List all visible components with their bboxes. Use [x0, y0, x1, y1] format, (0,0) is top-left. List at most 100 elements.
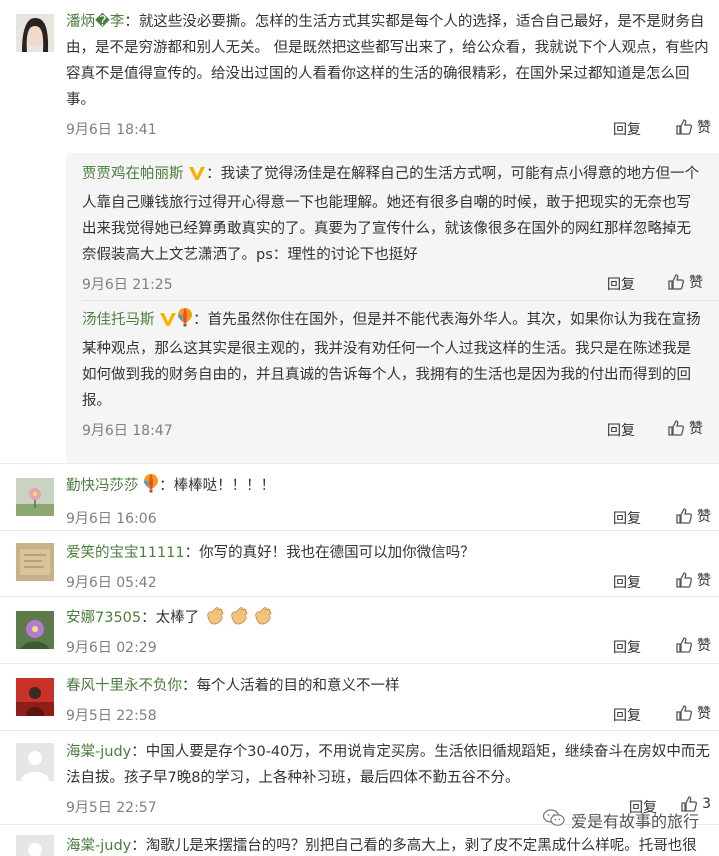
reply-button[interactable]: 回复 — [607, 274, 635, 294]
comment-item: 安娜73505：太棒了 9月6日 02:29 回复 赞 — [0, 597, 719, 664]
separator: ： — [193, 312, 208, 328]
like-button[interactable]: 赞 — [675, 570, 711, 590]
clapping-hands-icon — [228, 605, 250, 627]
timestamp: 9月6日 16:06 — [66, 511, 157, 527]
reply-button[interactable]: 回复 — [613, 119, 641, 139]
separator: ： — [131, 838, 146, 854]
username[interactable]: 海棠-judy — [66, 744, 131, 760]
comment-meta: 9月6日 16:06 回复 赞 — [66, 506, 711, 528]
timestamp: 9月6日 18:47 — [82, 423, 173, 439]
thumbs-up-icon — [675, 118, 693, 136]
comment-meta: 9月6日 05:42 回复 赞 — [66, 570, 711, 592]
comment-text: 海棠-judy：中国人要是存个30-40万，不用说肯定买房。生活依旧循规蹈矩，继… — [66, 739, 711, 791]
comment-item: 爱笑的宝宝11111：你写的真好！我也在德国可以加你微信吗？ 9月6日 05:4… — [0, 531, 719, 597]
balloon-badge-icon — [143, 473, 159, 502]
thumbs-up-icon — [675, 571, 693, 589]
avatar[interactable] — [16, 743, 54, 781]
comment-content: 棒棒哒！！！！ — [173, 478, 276, 494]
avatar[interactable] — [16, 611, 54, 649]
separator: ： — [206, 166, 221, 182]
username[interactable]: 安娜73505 — [66, 610, 141, 626]
clapping-hands-icon — [204, 605, 226, 627]
username[interactable]: 潘炳�李 — [66, 14, 124, 30]
comment-content: 每个人活着的目的和意义不一样 — [196, 678, 400, 694]
reply-thread: 贾贾鸡在帕丽斯 ：我读了觉得汤佳是在解释自己的生活方式啊，可能有点小得意的地方但… — [66, 153, 719, 463]
comment-text: 春风十里永不负你：每个人活着的目的和意义不一样 — [66, 673, 711, 699]
like-button[interactable]: 赞 — [675, 703, 711, 723]
username[interactable]: 汤佳托马斯 — [82, 312, 155, 328]
separator: ： — [131, 744, 146, 760]
timestamp: 9月6日 02:29 — [66, 640, 157, 656]
avatar[interactable] — [16, 478, 54, 516]
thumbs-up-icon — [675, 507, 693, 525]
timestamp: 9月5日 22:58 — [66, 708, 157, 724]
timestamp: 9月5日 22:57 — [66, 800, 157, 816]
comment-text: 安娜73505：太棒了 — [66, 605, 711, 631]
reply-button[interactable]: 回复 — [613, 637, 641, 657]
reply-meta: 9月6日 18:47 回复 赞 — [66, 418, 719, 440]
avatar[interactable] — [16, 14, 54, 52]
username[interactable]: 爱笑的宝宝11111 — [66, 545, 185, 561]
thumbs-up-icon — [675, 704, 693, 722]
comment-text: 潘炳�李：就这些没必要撕。怎样的生活方式其实都是每个人的选择，适合自己最好，是不… — [66, 9, 711, 113]
verified-v-icon — [188, 164, 206, 190]
username[interactable]: 春风十里永不负你 — [66, 678, 182, 694]
separator: ： — [141, 610, 156, 626]
reply-text: 汤佳托马斯 ：首先虽然你住在国外，但是并不能代表海外华人。其次，如果你认为我在宣… — [66, 307, 719, 414]
reply-button[interactable]: 回复 — [613, 508, 641, 528]
comment-meta: 9月5日 22:58 回复 赞 — [66, 703, 711, 725]
thumbs-up-icon — [675, 636, 693, 654]
like-label: 赞 — [689, 421, 703, 437]
watermark-text: 爱是有故事的旅行 — [570, 812, 699, 831]
reply-button[interactable]: 回复 — [613, 705, 641, 725]
like-label: 赞 — [689, 275, 703, 291]
comment-item: 春风十里永不负你：每个人活着的目的和意义不一样 9月5日 22:58 回复 赞 — [0, 664, 719, 731]
like-button[interactable]: 赞 — [675, 117, 711, 137]
reply-meta: 9月6日 21:25 回复 赞 — [66, 272, 719, 294]
comment-content: 中国人要是存个30-40万，不用说肯定买房。生活依旧循规蹈矩，继续奋斗在房奴中而… — [66, 744, 710, 786]
comment-text: 爱笑的宝宝11111：你写的真好！我也在德国可以加你微信吗？ — [66, 540, 711, 566]
reply-text: 贾贾鸡在帕丽斯 ：我读了觉得汤佳是在解释自己的生活方式啊，可能有点小得意的地方但… — [66, 161, 719, 268]
balloon-badge-icon — [177, 307, 193, 336]
comment-text: 勤快冯莎莎 ：棒棒哒！！！！ — [66, 473, 711, 502]
thumbs-up-icon — [667, 273, 685, 291]
separator: ： — [182, 678, 197, 694]
username[interactable]: 贾贾鸡在帕丽斯 — [82, 166, 184, 182]
separator: ： — [159, 478, 174, 494]
like-count: 3 — [702, 796, 711, 812]
timestamp: 9月6日 21:25 — [82, 277, 173, 293]
reply-button[interactable]: 回复 — [607, 420, 635, 440]
verified-v-icon — [159, 310, 177, 336]
comment-content: 淘歌儿是来摆擂台的吗？别把自己看的多高大上，剥了皮不定黑成什么样呢。托哥也很 — [145, 838, 697, 854]
comment-meta: 9月6日 02:29 回复 赞 — [66, 635, 711, 657]
comment-meta: 9月6日 18:41 回复 赞 — [66, 117, 711, 139]
username[interactable]: 勤快冯莎莎 — [66, 478, 139, 494]
comment-content: 太棒了 — [155, 610, 200, 626]
timestamp: 9月6日 05:42 — [66, 575, 157, 591]
avatar[interactable] — [16, 678, 54, 716]
watermark: 爱是有故事的旅行 — [542, 808, 699, 832]
like-label: 赞 — [697, 706, 711, 722]
like-button[interactable]: 赞 — [675, 506, 711, 526]
separator: ： — [184, 545, 200, 561]
comment-text: 海棠-judy：淘歌儿是来摆擂台的吗？别把自己看的多高大上，剥了皮不定黑成什么样… — [66, 833, 711, 856]
username[interactable]: 海棠-judy — [66, 838, 131, 854]
like-button[interactable]: 赞 — [675, 635, 711, 655]
like-label: 赞 — [697, 573, 711, 589]
wechat-logo-icon — [542, 809, 565, 831]
avatar[interactable] — [16, 543, 54, 581]
like-button[interactable]: 赞 — [667, 272, 703, 292]
avatar[interactable] — [16, 835, 54, 856]
like-button[interactable]: 赞 — [667, 418, 703, 438]
reply-button[interactable]: 回复 — [613, 572, 641, 592]
timestamp: 9月6日 18:41 — [66, 122, 157, 138]
comment-content: 你写的真好！我也在德国可以加你微信吗？ — [199, 545, 475, 561]
comment-item: 潘炳�李：就这些没必要撕。怎样的生活方式其实都是每个人的选择，适合自己最好，是不… — [0, 0, 719, 463]
thumbs-up-icon — [667, 419, 685, 437]
comment-item: 勤快冯莎莎 ：棒棒哒！！！！ 9月6日 16:06 回复 赞 — [0, 464, 719, 531]
like-label: 赞 — [697, 638, 711, 654]
like-label: 赞 — [697, 120, 711, 136]
comment-content: 就这些没必要撕。怎样的生活方式其实都是每个人的选择，适合自己最好，是不是财务自由… — [66, 14, 709, 108]
like-label: 赞 — [697, 509, 711, 525]
separator: ： — [124, 14, 139, 30]
